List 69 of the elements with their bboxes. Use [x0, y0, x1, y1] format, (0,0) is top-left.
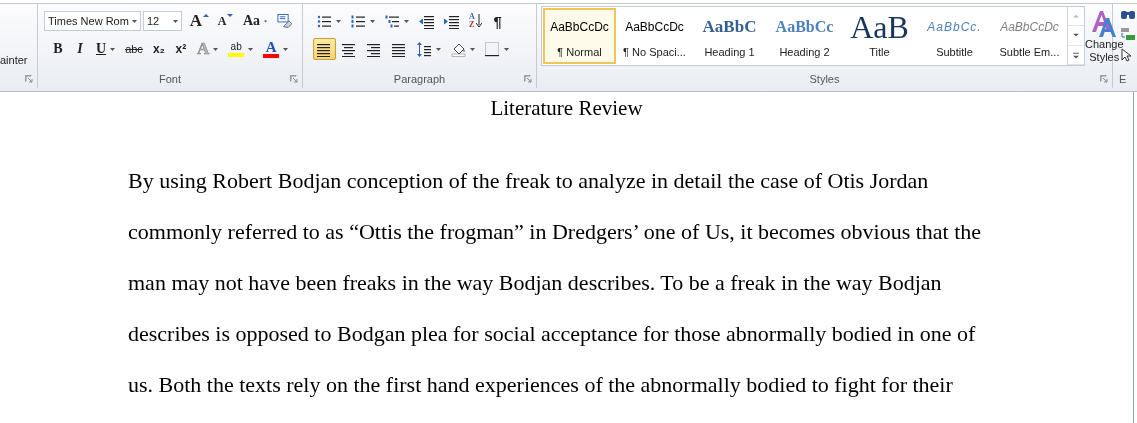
style-option[interactable]: AaBbCcDc ¶ Normal	[543, 8, 616, 64]
dialog-launcher-icon[interactable]	[1100, 75, 1108, 83]
body-text-line: commonly referred to as “Ottis the frogman” in Dredgers’ one of Us, it becomes obvious that the	[128, 218, 982, 246]
dialog-launcher-icon[interactable]	[290, 75, 298, 83]
caret-icon	[283, 47, 289, 51]
font-size-field[interactable]: 12	[142, 11, 183, 31]
bold-button[interactable]: B	[48, 38, 68, 60]
font-name-field[interactable]: Times New Rom	[44, 11, 141, 31]
document-title: Literature Review	[490, 96, 643, 120]
change-case-button[interactable]: Aa	[238, 10, 272, 32]
grow-font-button[interactable]: A	[186, 10, 213, 32]
down-arrow-icon	[475, 14, 482, 28]
italic-button[interactable]: I	[70, 38, 90, 60]
caret-icon	[248, 47, 254, 51]
bullet-list-icon	[317, 13, 332, 29]
align-center-icon	[342, 41, 357, 57]
caret-icon	[436, 47, 441, 51]
align-left-icon	[317, 41, 332, 57]
highlight-button[interactable]: ab	[224, 38, 258, 60]
cursor-icon[interactable]	[1121, 48, 1131, 62]
caret-icon	[370, 19, 375, 23]
justify-icon	[392, 41, 407, 57]
caret-icon	[470, 47, 475, 51]
superscript-button[interactable]: x²	[170, 38, 191, 60]
caret-icon	[404, 19, 409, 23]
group-label: Font	[159, 73, 181, 85]
eraser-icon	[277, 13, 292, 29]
body-text-line: man may not have been freaks in the way Bodjan describes. To be a freak in the way Bodjan	[128, 269, 942, 297]
caret-icon	[264, 19, 268, 23]
body-text-line: describes is opposed to Bodgan plea for social acceptance for those abnormally bodied in one of	[128, 320, 976, 348]
style-option[interactable]: AaBbCcDc ¶ No Spaci...	[618, 8, 691, 64]
style-option[interactable]: AaB Title	[843, 8, 916, 64]
numbered-list-icon	[351, 13, 366, 29]
caret-icon	[213, 47, 219, 51]
caret-icon	[173, 19, 179, 23]
underline-button[interactable]: U	[92, 38, 120, 60]
group-label: E	[1119, 73, 1127, 85]
style-option[interactable]: AaBbCc Heading 2	[768, 8, 841, 64]
paint-bucket-icon	[451, 41, 466, 57]
strikethrough-button[interactable]: abc	[121, 38, 147, 60]
shrink-font-button[interactable]: A	[214, 10, 237, 32]
body-text-line: By using Robert Bodjan conception of the freak to analyze in detail the case of Otis Jordan	[128, 167, 929, 195]
decrease-indent-icon	[419, 13, 434, 29]
font-color-button[interactable]: A	[259, 38, 293, 60]
style-option[interactable]: AaBbCcDc Subtle Em...	[993, 8, 1066, 64]
caret-icon	[504, 47, 509, 51]
style-option[interactable]: AaBbCc. Subtitle	[918, 8, 991, 64]
group-label: Styles	[809, 73, 840, 85]
dialog-launcher-icon[interactable]	[524, 75, 532, 83]
style-option[interactable]: AaBbC Heading 1	[693, 8, 766, 64]
group-label: Paragraph	[393, 73, 446, 85]
border-icon	[485, 41, 500, 57]
format-painter-label[interactable]: ainter	[0, 54, 37, 66]
multilevel-list-icon	[385, 13, 400, 29]
caret-icon	[336, 19, 341, 23]
body-text-line: us. Both the texts rely on the first hand experiences of the abnormally bodied to fight for their	[128, 371, 953, 399]
subscript-button[interactable]: x₂	[148, 38, 169, 60]
replace-icon[interactable]	[1121, 28, 1135, 40]
left-button[interactable]	[313, 38, 336, 60]
align-right-icon	[367, 41, 382, 57]
change-styles-button[interactable]: Change Styles	[1085, 4, 1124, 72]
show-marks-button[interactable]: ¶	[487, 10, 508, 32]
binoculars-icon[interactable]	[1121, 8, 1135, 20]
sort-button[interactable]: AZ	[465, 10, 486, 32]
dialog-launcher-icon[interactable]	[25, 75, 33, 83]
caret-icon	[131, 19, 137, 23]
caret-icon	[110, 47, 116, 51]
increase-indent-icon	[444, 13, 459, 29]
line-spacing-icon	[417, 41, 432, 57]
